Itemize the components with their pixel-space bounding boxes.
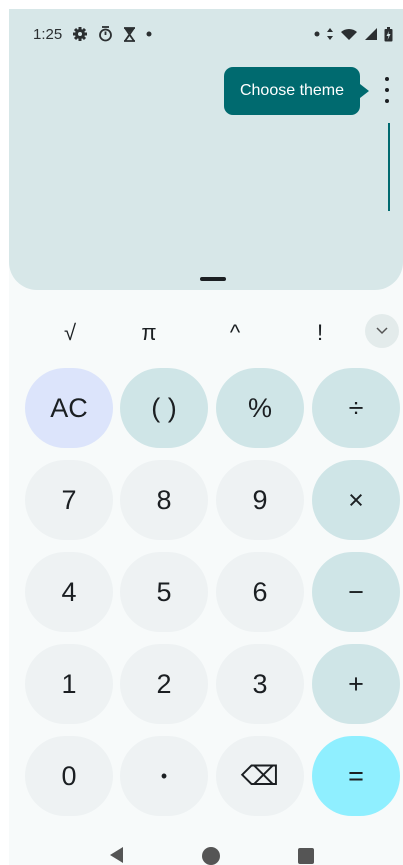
expand-button[interactable] xyxy=(365,314,399,348)
zero-button[interactable]: 0 xyxy=(25,736,113,816)
wifi-icon xyxy=(340,27,358,41)
dot-icon xyxy=(314,31,320,37)
status-bar: 1:25 xyxy=(33,24,393,44)
display-panel: 1:25 Choose theme xyxy=(9,9,403,290)
recents-icon[interactable] xyxy=(298,848,314,864)
status-time: 1:25 xyxy=(33,25,63,43)
signal-icon xyxy=(364,27,378,41)
percent-button[interactable]: % xyxy=(216,368,304,448)
dot-icon xyxy=(146,31,152,37)
divide-button[interactable]: ÷ xyxy=(312,368,400,448)
calculator-screen: 1:25 Choose theme √ π ^ ! AC () % ÷ 7 8… xyxy=(9,9,403,865)
three-button[interactable]: 3 xyxy=(216,644,304,724)
nine-button[interactable]: 9 xyxy=(216,460,304,540)
factorial-button[interactable]: ! xyxy=(290,313,350,353)
ac-button[interactable]: AC xyxy=(25,368,113,448)
decimal-button[interactable]: • xyxy=(120,736,208,816)
gear-icon xyxy=(72,26,88,42)
minus-button[interactable]: − xyxy=(312,552,400,632)
five-button[interactable]: 5 xyxy=(120,552,208,632)
more-options-icon[interactable] xyxy=(380,77,394,103)
home-icon[interactable] xyxy=(202,847,220,865)
tooltip-label: Choose theme xyxy=(239,82,345,99)
choose-theme-tooltip[interactable]: Choose theme xyxy=(224,67,369,115)
tooltip-arrow xyxy=(360,84,369,98)
scientific-row: √ π ^ ! xyxy=(9,313,403,353)
backspace-button[interactable]: ⌫ xyxy=(216,736,304,816)
battery-icon xyxy=(384,26,393,42)
six-button[interactable]: 6 xyxy=(216,552,304,632)
data-arrows-icon xyxy=(326,27,334,41)
power-button[interactable]: ^ xyxy=(205,313,265,353)
backspace-icon: ⌫ xyxy=(240,760,280,791)
text-cursor xyxy=(388,123,390,211)
two-button[interactable]: 2 xyxy=(120,644,208,724)
chevron-down-icon xyxy=(376,327,388,335)
sqrt-button[interactable]: √ xyxy=(40,313,100,353)
eight-button[interactable]: 8 xyxy=(120,460,208,540)
hourglass-icon xyxy=(123,26,136,42)
four-button[interactable]: 4 xyxy=(25,552,113,632)
pi-button[interactable]: π xyxy=(119,313,179,353)
one-button[interactable]: 1 xyxy=(25,644,113,724)
equals-button[interactable]: = xyxy=(312,736,400,816)
plus-button[interactable]: + xyxy=(312,644,400,724)
back-icon[interactable] xyxy=(110,847,123,863)
multiply-button[interactable]: × xyxy=(312,460,400,540)
drag-handle[interactable] xyxy=(200,277,226,281)
seven-button[interactable]: 7 xyxy=(25,460,113,540)
timer-icon xyxy=(98,26,113,42)
parentheses-button[interactable]: ( ) xyxy=(120,368,208,448)
